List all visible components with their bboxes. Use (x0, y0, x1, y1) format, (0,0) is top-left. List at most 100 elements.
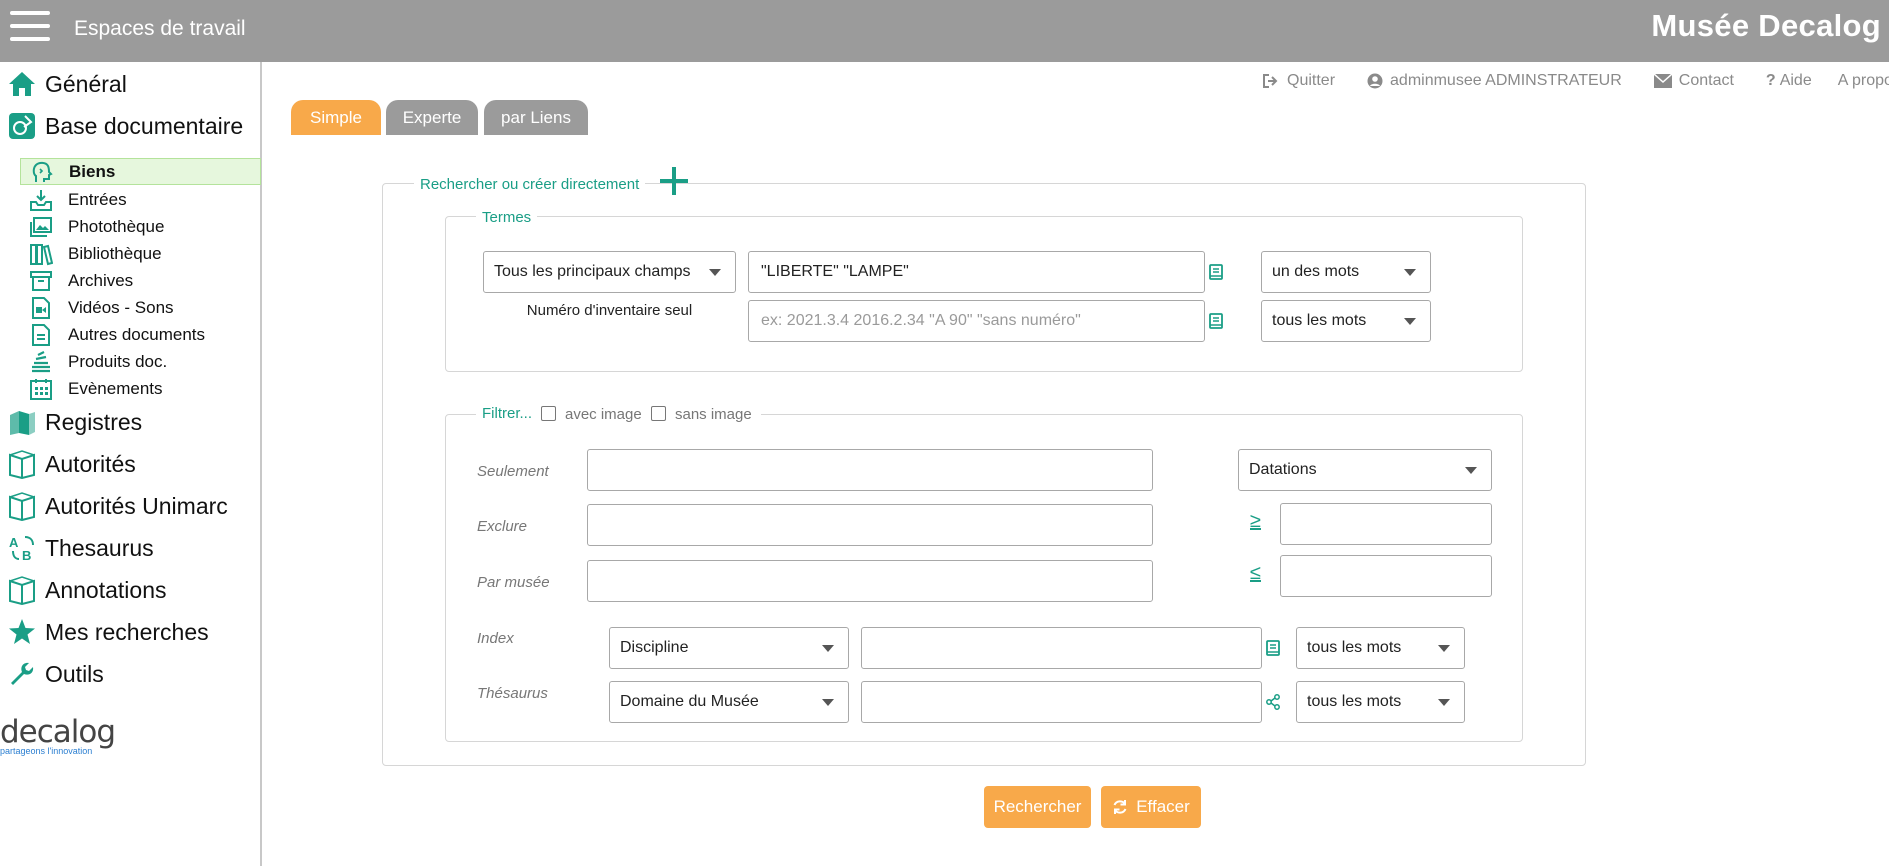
sidebar-item-entrees[interactable]: Entrées (20, 186, 261, 213)
sidebar-item-label: Base documentaire (45, 112, 244, 139)
sidebar-item-phototheque[interactable]: Photothèque (20, 213, 261, 240)
user-link[interactable]: adminmusee ADMINSTRATEUR (1367, 72, 1622, 90)
thesaurus-mode-value: tous les mots (1307, 693, 1402, 710)
chevron-down-icon (1404, 269, 1416, 276)
svg-text:B: B (22, 548, 31, 563)
sidebar-item-mes-recherches[interactable]: Mes recherches (0, 614, 209, 650)
tab-simple[interactable]: Simple (291, 100, 381, 135)
quit-label: Quitter (1287, 72, 1336, 89)
with-image-label: avec image (565, 406, 642, 423)
exclude-input[interactable] (587, 504, 1153, 546)
chevron-down-icon (709, 269, 721, 276)
create-plus-icon[interactable] (657, 164, 691, 198)
tab-par-liens[interactable]: par Liens (484, 100, 588, 135)
only-input[interactable] (587, 449, 1153, 491)
chevron-down-icon (822, 699, 834, 706)
stack-icon (28, 349, 54, 375)
sidebar-item-annotations[interactable]: Annotations (0, 572, 166, 608)
book-lookup-icon[interactable] (1208, 313, 1224, 329)
sidebar-item-autorites[interactable]: Autorités (0, 446, 136, 482)
museum-input[interactable] (587, 560, 1153, 602)
svg-text:A: A (9, 535, 19, 550)
chevron-down-icon (1438, 645, 1450, 652)
terms-mode-select[interactable]: un des mots (1261, 251, 1431, 293)
index-mode-select[interactable]: tous les mots (1296, 627, 1465, 669)
sidebar-item-evenements[interactable]: Evènements (20, 375, 261, 402)
books-icon (28, 241, 54, 267)
terms-mode-value: un des mots (1272, 263, 1360, 280)
wrench-icon (7, 659, 37, 689)
registers-icon (7, 407, 37, 437)
file-icon (28, 322, 54, 348)
only-label: Seulement (477, 463, 549, 480)
sidebar-item-videos-sons[interactable]: Vidéos - Sons (20, 294, 261, 321)
logo-word: decalog (0, 714, 116, 750)
app-title: Musée Decalog (1651, 8, 1881, 43)
about-link[interactable]: A propo (1838, 72, 1889, 90)
index-select[interactable]: Discipline (609, 627, 849, 669)
book-lookup-icon[interactable] (1208, 264, 1224, 280)
without-image-checkbox[interactable] (651, 406, 666, 421)
inventory-mode-select[interactable]: tous les mots (1261, 300, 1431, 342)
sidebar-item-registres[interactable]: Registres (0, 404, 142, 440)
inventory-input[interactable] (748, 300, 1205, 342)
sidebar-item-label: Général (45, 70, 127, 97)
calendar-icon (28, 376, 54, 402)
star-icon (7, 617, 37, 647)
index-select-value: Discipline (620, 639, 689, 656)
thesaurus-select[interactable]: Domaine du Musée (609, 681, 849, 723)
workspaces-label[interactable]: Espaces de travail (74, 17, 246, 41)
user-label: adminmusee ADMINSTRATEUR (1390, 72, 1622, 89)
sidebar-item-label: Entrées (68, 189, 127, 209)
sidebar-item-label: Thesaurus (45, 534, 154, 561)
date-from-input[interactable] (1280, 503, 1492, 545)
open-book-icon (7, 449, 37, 479)
sidebar-item-label: Produits doc. (68, 351, 168, 371)
images-icon (28, 214, 54, 240)
sidebar-item-autorites-unimarc[interactable]: Autorités Unimarc (0, 488, 228, 524)
chevron-down-icon (1404, 318, 1416, 325)
share-nodes-icon[interactable] (1265, 694, 1281, 710)
sidebar-item-autres-documents[interactable]: Autres documents (20, 321, 261, 348)
index-input[interactable] (861, 627, 1262, 669)
clear-button-label: Effacer (1136, 797, 1190, 816)
terms-input[interactable] (748, 251, 1205, 293)
user-circle-icon (1367, 73, 1383, 89)
sidebar-item-label: Outils (45, 660, 104, 687)
sidebar-item-label: Autres documents (68, 324, 206, 344)
with-image-checkbox[interactable] (541, 406, 556, 421)
index-label: Index (477, 630, 514, 647)
sidebar-item-general[interactable]: Général (0, 66, 127, 102)
chevron-down-icon (822, 645, 834, 652)
sidebar-item-archives[interactable]: Archives (20, 267, 261, 294)
top-bar: Espaces de travail Musée Decalog (0, 0, 1889, 62)
sidebar-item-base-documentaire[interactable]: Base documentaire (0, 108, 243, 144)
sidebar-item-biens[interactable]: Biens (20, 158, 261, 185)
thesaurus-mode-select[interactable]: tous les mots (1296, 681, 1465, 723)
dating-select[interactable]: Datations (1238, 449, 1492, 491)
sidebar-item-label: Evènements (68, 378, 163, 398)
quit-link[interactable]: Quitter (1262, 72, 1335, 90)
help-link[interactable]: ? Aide (1766, 72, 1812, 90)
open-book-icon (7, 491, 37, 521)
hamburger-menu-icon[interactable] (10, 11, 50, 47)
sidebar-item-label: Autorités Unimarc (45, 492, 228, 519)
thesaurus-input[interactable] (861, 681, 1262, 723)
contact-link[interactable]: Contact (1653, 72, 1734, 90)
top-links: Quitter adminmusee ADMINSTRATEUR Contact… (1262, 72, 1889, 90)
sidebar-item-outils[interactable]: Outils (0, 656, 104, 692)
search-button[interactable]: Rechercher (984, 786, 1091, 828)
home-icon (7, 69, 37, 99)
filter-legend: Filtrer... (482, 405, 533, 422)
tab-experte[interactable]: Experte (386, 100, 478, 135)
field-select[interactable]: Tous les principaux champs (483, 251, 736, 293)
sidebar-item-thesaurus[interactable]: AB Thesaurus (0, 530, 154, 566)
sidebar-item-bibliotheque[interactable]: Bibliothèque (20, 240, 261, 267)
date-to-input[interactable] (1280, 555, 1492, 597)
clear-button[interactable]: Effacer (1101, 786, 1201, 828)
book-lookup-icon[interactable] (1265, 640, 1281, 656)
sidebar-item-produits-doc[interactable]: Produits doc. (20, 348, 261, 375)
sidebar-item-label: Annotations (45, 576, 167, 603)
head-icon (29, 159, 55, 185)
lte-symbol: ≤ (1250, 562, 1261, 584)
